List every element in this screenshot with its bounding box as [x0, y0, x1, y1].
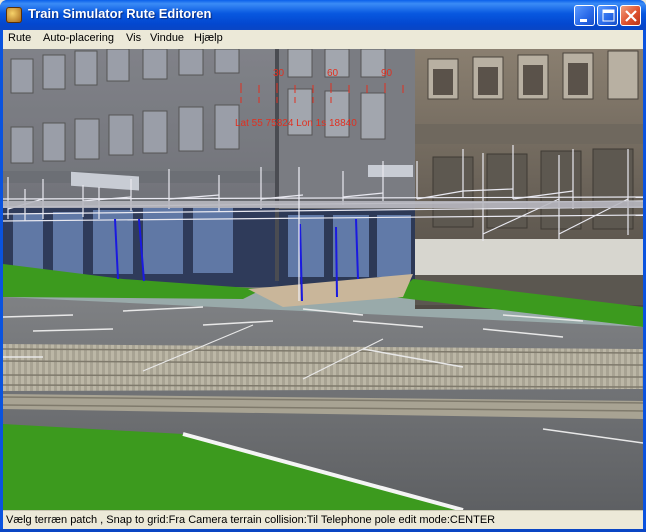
menu-hjaelp[interactable]: Hjælp [194, 32, 223, 44]
window-title: Train Simulator Rute Editoren [28, 6, 212, 21]
menu-auto-placering[interactable]: Auto-placering [43, 32, 114, 44]
menu-bar: Rute Auto-placering Vis Vindue Hjælp [3, 30, 643, 49]
catenary-beam [3, 201, 643, 208]
ground [3, 264, 643, 510]
app-icon[interactable] [6, 7, 22, 23]
title-bar[interactable]: Train Simulator Rute Editoren [0, 0, 646, 30]
menu-rute[interactable]: Rute [8, 32, 31, 44]
compass-tick-30: 30 [273, 68, 285, 79]
3d-viewport[interactable]: 30 60 90 Lat 55 75824 Lon 1s 18840 [3, 49, 643, 510]
status-bar: Vælg terræn patch , Snap to grid:Fra Cam… [3, 510, 643, 530]
menu-vis[interactable]: Vis [126, 32, 141, 44]
building-corner [275, 49, 418, 289]
compass-tick-90: 90 [381, 68, 393, 79]
minimize-button[interactable] [574, 5, 595, 26]
menu-vindue[interactable]: Vindue [150, 32, 184, 44]
compass-tick-60: 60 [327, 68, 339, 79]
building-left [3, 49, 278, 289]
building-right [415, 49, 643, 309]
maximize-button[interactable] [597, 5, 618, 26]
app-window: Train Simulator Rute Editoren Rute Auto-… [0, 0, 646, 532]
maximize-icon [602, 9, 615, 22]
close-button[interactable] [620, 5, 641, 26]
close-icon [625, 10, 637, 22]
minimize-icon [580, 19, 587, 22]
status-text: Vælg terræn patch , Snap to grid:Fra Cam… [6, 514, 496, 526]
scene-render[interactable]: 30 60 90 Lat 55 75824 Lon 1s 18840 [3, 49, 643, 510]
compass-coords: Lat 55 75824 Lon 1s 18840 [235, 118, 357, 129]
